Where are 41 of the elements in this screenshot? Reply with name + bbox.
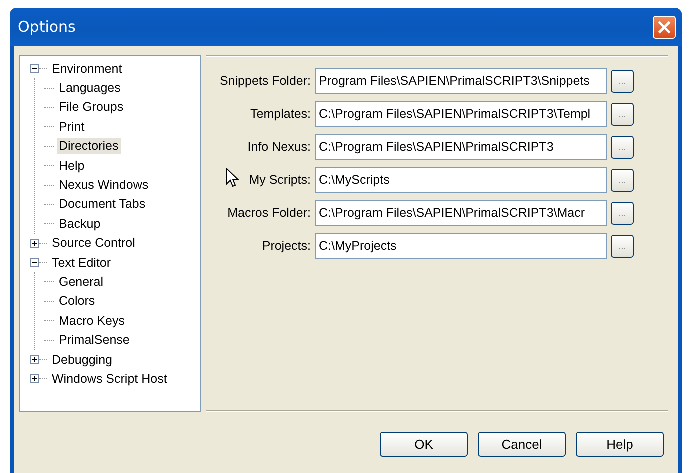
tree-item[interactable]: Debugging xyxy=(50,352,114,368)
path-field[interactable]: C:\Program Files\SAPIEN\PrimalSCRIPT3\Macr xyxy=(315,200,607,226)
tree-item[interactable]: Macro Keys xyxy=(57,312,127,329)
tree-item[interactable]: Text Editor xyxy=(50,254,114,271)
tree-item[interactable]: Source Control xyxy=(50,235,138,252)
mouse-pointer-icon xyxy=(226,168,239,188)
tree-item[interactable]: Directories xyxy=(57,138,121,154)
expand-icon[interactable] xyxy=(30,238,39,248)
close-button[interactable] xyxy=(653,16,676,38)
collapse-icon[interactable] xyxy=(30,258,39,268)
tree-item[interactable]: Languages xyxy=(57,80,123,96)
tree-item[interactable]: Help xyxy=(57,158,87,174)
dialog-button[interactable]: Cancel xyxy=(478,432,566,457)
expand-icon[interactable] xyxy=(30,374,39,384)
path-field[interactable]: C:\Program Files\SAPIEN\PrimalSCRIPT3 xyxy=(315,134,607,160)
window-title: Options xyxy=(18,18,76,36)
close-icon xyxy=(658,20,671,34)
dialog-button[interactable]: Help xyxy=(576,432,664,457)
field-label: My Scripts: xyxy=(249,173,311,187)
collapse-icon[interactable] xyxy=(30,64,39,74)
tree-item[interactable]: Environment xyxy=(50,60,124,77)
field-label: Snippets Folder: xyxy=(220,74,311,88)
field-label: Templates: xyxy=(250,107,311,121)
path-field[interactable]: Program Files\SAPIEN\PrimalSCRIPT3\Snippets xyxy=(315,68,607,94)
tree-item[interactable]: General xyxy=(57,274,106,290)
tree-item[interactable]: Nexus Windows xyxy=(57,177,151,194)
dialog-button[interactable]: OK xyxy=(380,432,468,457)
path-field[interactable]: C:\MyProjects xyxy=(315,233,607,259)
tree-item[interactable]: Backup xyxy=(57,216,103,232)
path-field[interactable]: C:\Program Files\SAPIEN\PrimalSCRIPT3\Templ xyxy=(315,101,607,127)
field-label: Projects: xyxy=(262,239,311,253)
expand-icon[interactable] xyxy=(30,355,39,364)
tree-item[interactable]: Document Tabs xyxy=(57,196,148,212)
field-label: Info Nexus: xyxy=(248,140,311,154)
path-field[interactable]: C:\MyScripts xyxy=(315,167,607,193)
field-label: Macros Folder: xyxy=(228,206,311,220)
tree-item[interactable]: Print xyxy=(57,118,87,135)
tree-item[interactable]: Colors xyxy=(57,293,98,310)
tree-item[interactable]: PrimalSense xyxy=(57,332,132,348)
tree-item[interactable]: File Groups xyxy=(57,99,126,116)
tree-item[interactable]: Windows Script Host xyxy=(50,370,170,387)
